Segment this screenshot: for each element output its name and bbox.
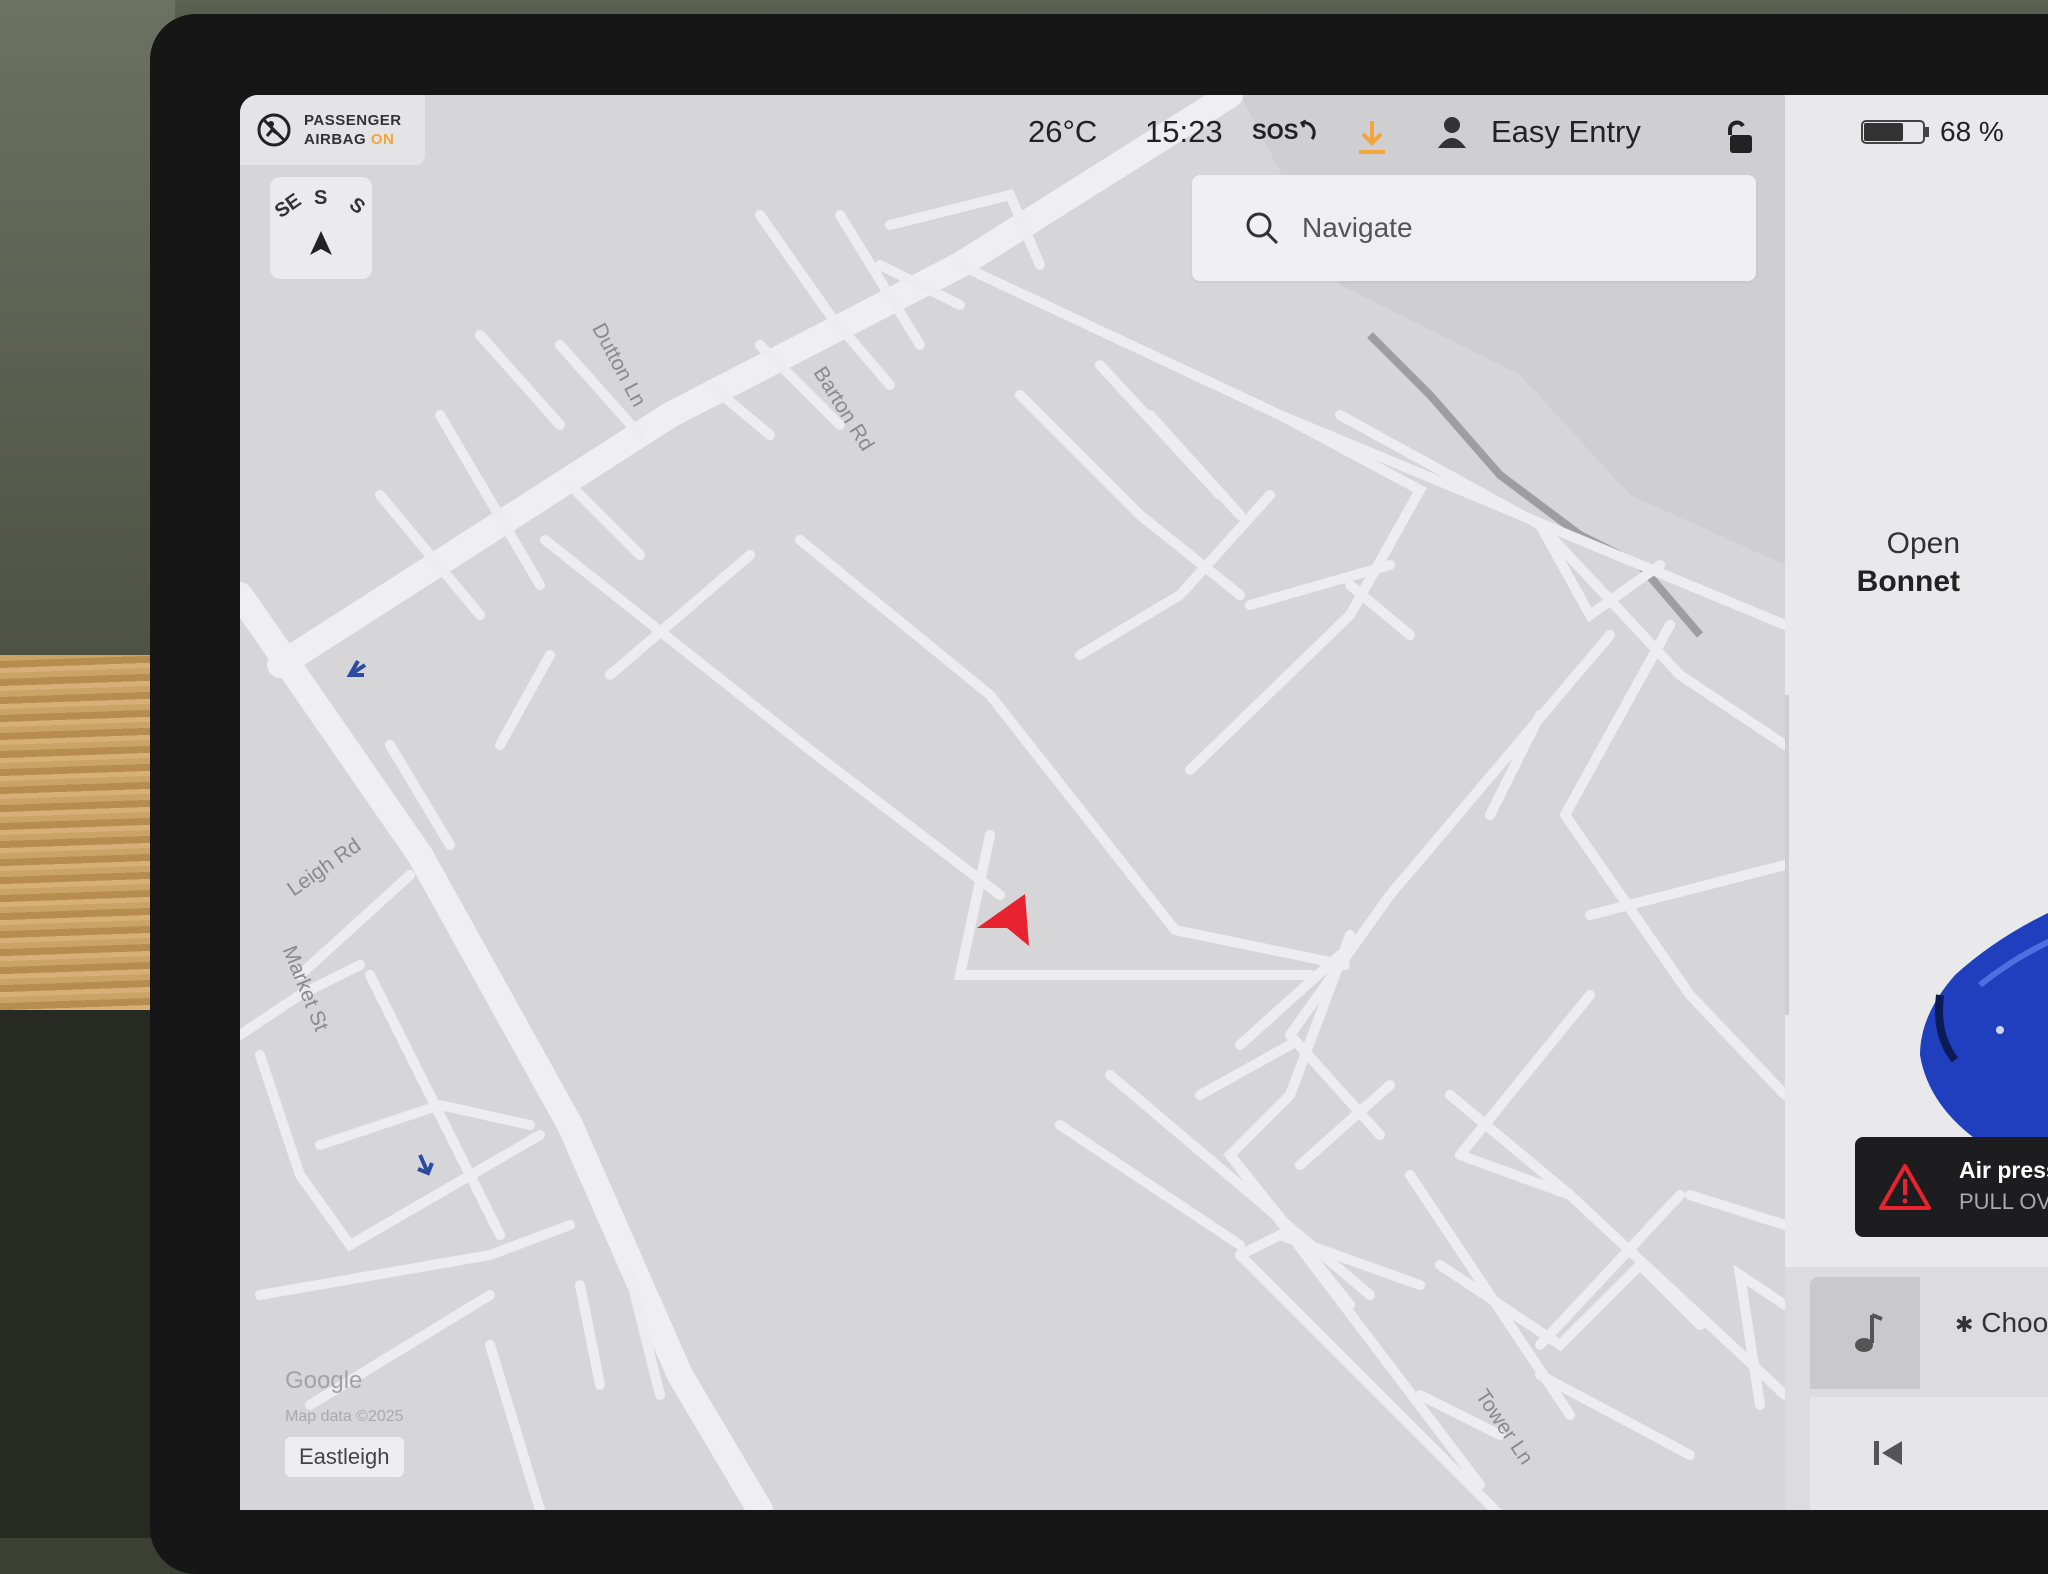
airbag-label-line2: AIRBAG (304, 131, 367, 148)
clock: 15:23 (1145, 114, 1223, 149)
airbag-icon (257, 113, 291, 147)
media-source-label: Choos (1981, 1307, 2048, 1338)
car-image (1920, 913, 2048, 1163)
sos-button[interactable]: SOS (1252, 107, 1318, 157)
bluetooth-icon: ✱ (1955, 1312, 1974, 1337)
compass-button[interactable]: SE S S (270, 177, 372, 279)
airbag-label-line1: PASSENGER (304, 112, 402, 129)
previous-track-icon[interactable] (1870, 1435, 1906, 1471)
battery-indicator: 68 % (1860, 107, 2004, 157)
compass-label-left: SE (270, 189, 306, 223)
sos-label: SOS (1252, 119, 1299, 144)
panel-divider (1785, 695, 1789, 1015)
compass-label-center: S (314, 187, 328, 209)
bonnet-label-line2: Bonnet (1856, 565, 1960, 598)
environment-wood-trim (0, 655, 175, 1015)
navigate-placeholder: Navigate (1302, 212, 1413, 243)
alert-title: Air press (1959, 1157, 2048, 1183)
airbag-state: ON (370, 131, 395, 148)
navigate-search-input[interactable]: Navigate (1192, 175, 1756, 281)
passenger-airbag-indicator: PASSENGER AIRBAG ON (240, 95, 425, 165)
software-update-download-icon[interactable] (1355, 117, 1389, 157)
map-attribution: Google (285, 1367, 363, 1394)
map-data-credit: Map data ©2025 (285, 1408, 404, 1425)
touchscreen: Dutton Ln Barton Rd Leigh Rd Market St T… (240, 95, 2048, 1510)
compass-label-right: S (344, 193, 370, 219)
bonnet-label-line1: Open (1886, 527, 1960, 560)
battery-percent: 68 % (1940, 116, 2004, 147)
heading-arrow-icon (310, 231, 332, 255)
environment-dashboard (0, 0, 175, 660)
person-icon (1438, 117, 1466, 148)
media-art-button[interactable] (1810, 1277, 1920, 1389)
sos-call-icon (1300, 119, 1317, 140)
area-name: Eastleigh (285, 1437, 404, 1477)
unlocked-padlock-icon[interactable] (1722, 119, 1756, 157)
profile-name: Easy Entry (1491, 114, 1641, 149)
tyre-pressure-alert[interactable]: Air press PULL OV (1855, 1137, 2048, 1237)
map-view[interactable]: Dutton Ln Barton Rd Leigh Rd Market St T… (240, 95, 1785, 1510)
battery-icon (1861, 120, 1929, 144)
media-player: ✱ Choos (1785, 1267, 2048, 1510)
music-note-icon (1855, 1313, 1883, 1352)
media-controls (1810, 1397, 2048, 1510)
alert-subtitle: PULL OV (1959, 1189, 2048, 1214)
warning-triangle-icon (1879, 1164, 1931, 1210)
map-roads (240, 95, 1785, 1510)
car-panel: 68 % Open Bonnet Air press PULL OV (1785, 95, 2048, 1510)
environment-lower (0, 1010, 175, 1538)
open-bonnet-button[interactable]: Open Bonnet (1857, 525, 1960, 601)
search-icon (1246, 212, 1279, 245)
current-location-arrow-icon (977, 894, 1029, 946)
media-source-button[interactable]: ✱ Choos (1955, 1307, 2048, 1339)
temperature[interactable]: 26°C (1028, 107, 1097, 157)
driver-profile-button[interactable]: Easy Entry (1435, 107, 1641, 157)
